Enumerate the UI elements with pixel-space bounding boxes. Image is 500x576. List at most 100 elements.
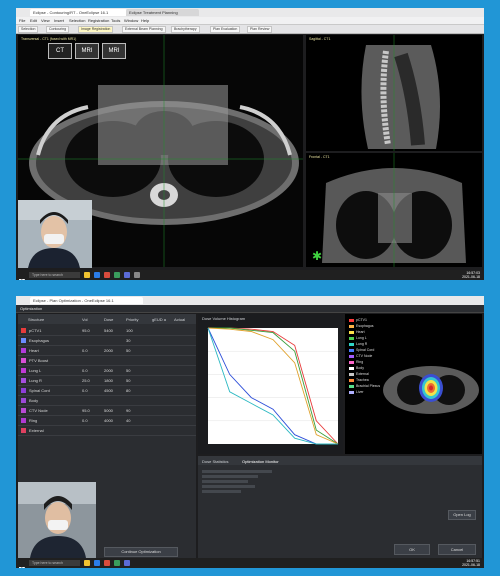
browser-tab[interactable]: Eclipse - Plan Optimization - OneEclipse… [30, 297, 143, 304]
browser-tab[interactable]: Eclipse Treatment Planning [126, 9, 199, 16]
objective-value[interactable]: 4500 [104, 386, 113, 395]
legend-swatch [349, 384, 354, 388]
objective-row[interactable]: Spinal Cord 0.0 4500 80 [18, 386, 196, 396]
legend-item: Lung L [349, 336, 367, 340]
task-tab[interactable]: Contouring [46, 26, 70, 33]
task-tab[interactable]: Selection [18, 26, 39, 33]
continue-optimization-button[interactable]: Continue Optimization [104, 547, 178, 557]
tab-optimization-monitor[interactable]: Optimization Monitor [242, 459, 279, 464]
objective-value[interactable]: 5400 [104, 326, 113, 335]
objective-value[interactable]: 0.0 [82, 416, 88, 425]
app-icon[interactable] [104, 560, 110, 566]
teams-icon[interactable] [124, 272, 130, 278]
edge-icon[interactable] [94, 560, 100, 566]
legend-item: Spinal Cord [349, 348, 374, 352]
file-explorer-icon[interactable] [84, 272, 90, 278]
dvh-chart[interactable] [198, 324, 343, 454]
menu-window[interactable]: Window [124, 17, 138, 24]
cancel-button[interactable]: Cancel [438, 544, 476, 555]
menu-selection[interactable]: Selection [69, 17, 85, 24]
edge-icon[interactable] [94, 272, 100, 278]
task-tab[interactable]: Plan Evaluation [210, 26, 241, 33]
app-icon[interactable] [114, 560, 120, 566]
objective-row[interactable]: Lung L 0.0 2000 50 [18, 366, 196, 376]
objective-value[interactable]: 5000 [104, 406, 113, 415]
objective-value[interactable]: 95.0 [82, 326, 90, 335]
objective-row[interactable]: Body [18, 396, 196, 406]
taskbar-clock: 16:57:51 2021-06-18 [462, 559, 480, 567]
task-tab[interactable]: Plan Review [247, 26, 273, 33]
browser-tab[interactable]: Eclipse - Contouring/RT - OneEclipse 16.… [30, 9, 127, 16]
clock-date: 2021-06-18 [462, 563, 480, 567]
taskbar-search[interactable]: Type here to search [29, 272, 80, 278]
app-icon[interactable] [114, 272, 120, 278]
dvh-panel: Dose Volume Histogram [198, 314, 343, 454]
menu-registration[interactable]: Registration [88, 17, 109, 24]
app-icon[interactable] [104, 272, 110, 278]
objective-row[interactable]: CTV Node 95.0 5000 90 [18, 406, 196, 416]
objective-value[interactable]: 50 [126, 346, 130, 355]
readout-row [202, 490, 241, 493]
task-tab[interactable]: External Beam Planning [122, 26, 166, 33]
menu-file[interactable]: File [19, 17, 25, 24]
objective-value[interactable]: 2000 [104, 346, 113, 355]
structure-color-swatch [21, 378, 26, 383]
axial-dose-image[interactable] [381, 350, 481, 430]
windows-taskbar: Type here to search 16:57:03 2021-06-18 [16, 270, 484, 280]
optimizer-title-bar: Optimization [16, 305, 484, 313]
objective-value[interactable]: 90 [126, 406, 130, 415]
legend-swatch [349, 330, 354, 334]
objective-value[interactable]: 0.0 [82, 346, 88, 355]
objective-value[interactable]: 25.0 [82, 376, 90, 385]
legend-label: Body [356, 366, 364, 370]
menu-insert[interactable]: Insert [54, 17, 64, 24]
objective-value[interactable]: 100 [126, 326, 133, 335]
legend-swatch [349, 366, 354, 370]
objective-value[interactable]: 40 [126, 416, 130, 425]
objective-value[interactable]: 1800 [104, 376, 113, 385]
task-tab[interactable]: Brachytherapy [171, 26, 200, 33]
ok-button[interactable]: OK [394, 544, 430, 555]
menu-view[interactable]: View [41, 17, 50, 24]
objective-value[interactable]: 30 [126, 336, 130, 345]
tab-dose-statistics[interactable]: Dose Statistics [202, 459, 228, 464]
legend-item: Liver [349, 390, 364, 394]
objective-row[interactable]: PTV Boost [18, 356, 196, 366]
objective-row[interactable]: Ring 0.0 4000 40 [18, 416, 196, 426]
coronal-viewport[interactable]: Frontal - CT1 ✱ [306, 153, 482, 267]
menu-help[interactable]: Help [141, 17, 149, 24]
windows-start-icon[interactable] [19, 560, 25, 568]
windows-start-icon[interactable] [19, 272, 25, 280]
objective-value[interactable]: 50 [126, 376, 130, 385]
objective-value[interactable]: 0.0 [82, 366, 88, 375]
legend-label: Ring [356, 360, 364, 364]
file-explorer-icon[interactable] [84, 560, 90, 566]
legend-label: Trachea [356, 378, 369, 382]
screenshot-plan-optimization: Eclipse - Plan Optimization - OneEclipse… [16, 296, 484, 568]
objective-row[interactable]: Esophagus 30 [18, 336, 196, 346]
menu-tools[interactable]: Tools [111, 17, 120, 24]
objective-value[interactable]: 4000 [104, 416, 113, 425]
objective-value[interactable]: 95.0 [82, 406, 90, 415]
app-icon[interactable] [134, 272, 140, 278]
legend-swatch [349, 342, 354, 346]
open-log-button[interactable]: Open Log [448, 510, 476, 520]
objective-value[interactable]: 50 [126, 366, 130, 375]
objective-row[interactable]: Lung R 25.0 1800 50 [18, 376, 196, 386]
task-tab-active[interactable]: Image Registration [78, 26, 114, 33]
sagittal-viewport[interactable]: Sagittal - CT1 [306, 35, 482, 151]
objective-value[interactable]: 80 [126, 386, 130, 395]
objective-row[interactable]: pCTV1 95.0 5400 100 [18, 326, 196, 336]
teams-icon[interactable] [124, 560, 130, 566]
objective-value[interactable]: 0.0 [82, 386, 88, 395]
legend-swatch [349, 360, 354, 364]
taskbar-search[interactable]: Type here to search [29, 560, 80, 566]
objective-row[interactable]: Heart 0.0 2000 50 [18, 346, 196, 356]
menu-edit[interactable]: Edit [30, 17, 37, 24]
statistics-tabs: Dose Statistics Optimization Monitor [198, 456, 482, 465]
objective-row[interactable]: External [18, 426, 196, 436]
browser-tab-strip: Eclipse - Contouring/RT - OneEclipse 16.… [16, 8, 484, 17]
objective-value[interactable]: 2000 [104, 366, 113, 375]
presenter-video-image [18, 482, 96, 558]
monitor-readouts [202, 470, 272, 504]
